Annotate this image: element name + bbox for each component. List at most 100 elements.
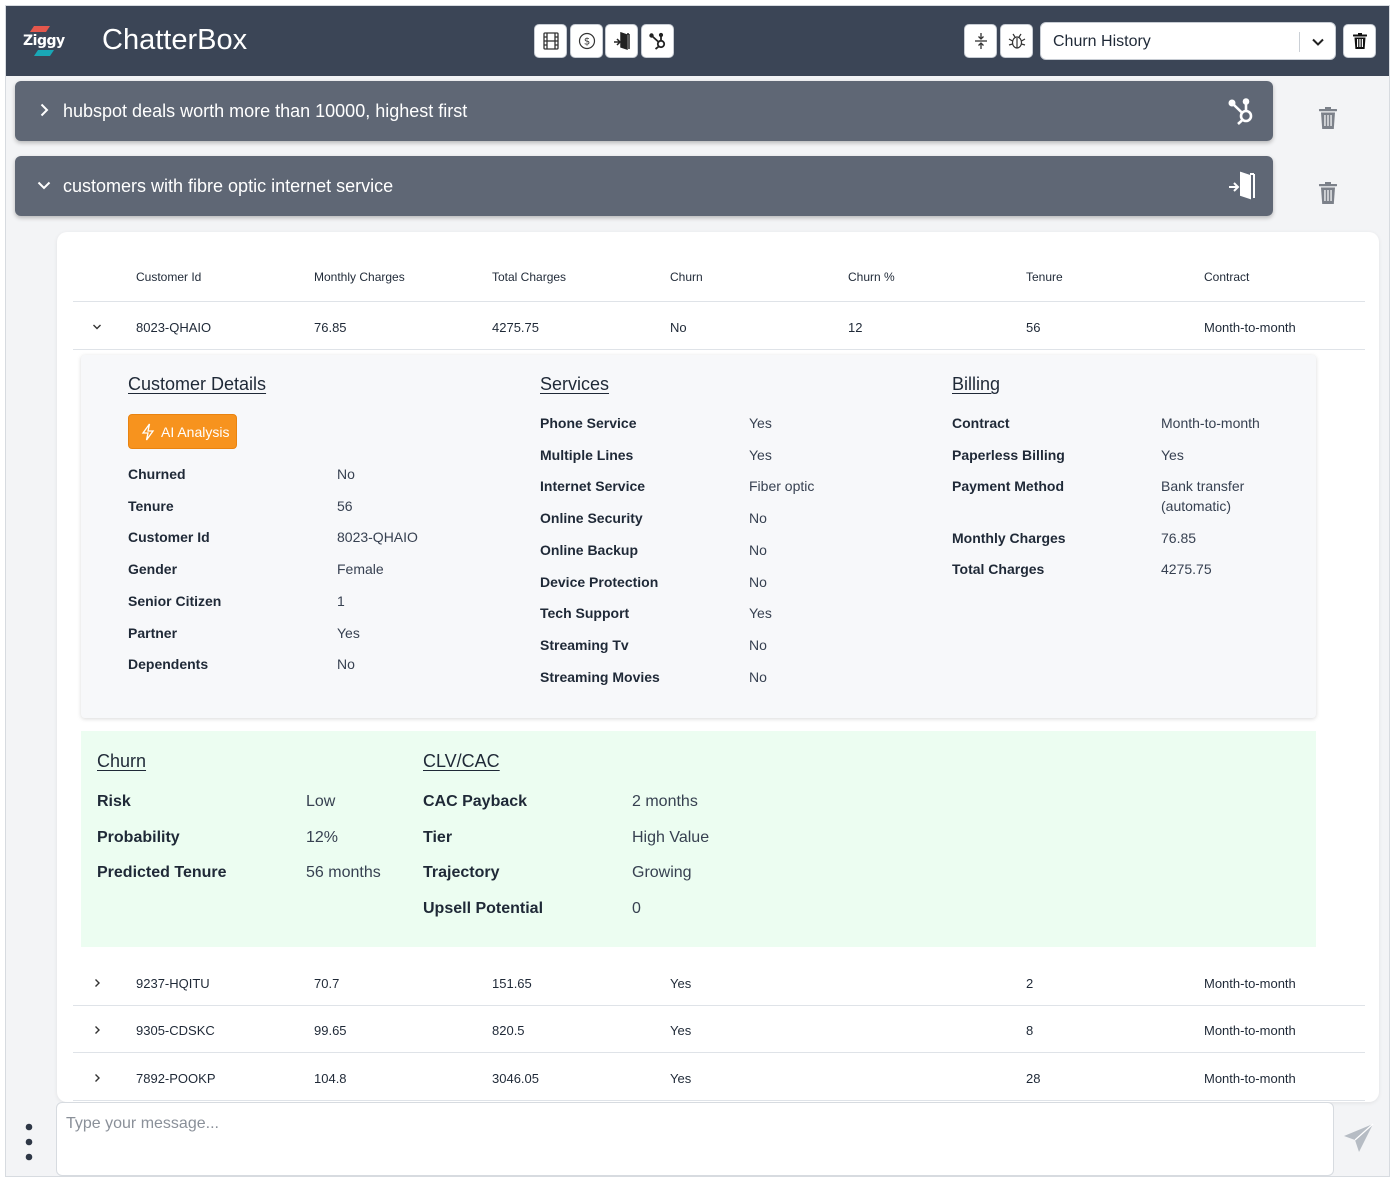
message-input[interactable]: Type your message... — [56, 1102, 1334, 1176]
more-options-icon[interactable] — [25, 1123, 33, 1161]
field-value: Female — [337, 561, 384, 578]
chevron-right-icon[interactable] — [91, 1072, 103, 1084]
hubspot-icon — [648, 32, 665, 50]
insight-value: High Value — [632, 828, 710, 846]
cell-monthly: 104.8 — [314, 1070, 347, 1086]
chevron-right-icon — [40, 103, 49, 117]
exit-button[interactable] — [605, 24, 638, 58]
cell-total-charges: 4275.75 — [492, 320, 539, 335]
cell-churn: Yes — [670, 1023, 692, 1039]
chevron-right-icon[interactable] — [91, 1024, 103, 1036]
column-header[interactable]: Churn % — [848, 270, 895, 284]
field-value: No — [337, 656, 355, 673]
column-header[interactable]: Monthly Charges — [314, 270, 405, 284]
table-row[interactable]: 8023-QHAIO 76.85 4275.75 No 12 56 Month-… — [73, 303, 1365, 350]
cell-total: 151.65 — [492, 976, 532, 991]
delete-query-icon[interactable] — [1318, 106, 1338, 130]
field-value: Yes — [337, 624, 360, 641]
send-icon[interactable] — [1342, 1121, 1376, 1155]
insight-value: 2 months — [632, 793, 698, 810]
cell-tenure: 8 — [1026, 1023, 1034, 1039]
field-label: Payment Method — [952, 478, 1065, 494]
field-value: 56 — [337, 497, 353, 514]
cell-tenure: 2 — [1026, 976, 1034, 991]
field-label: Churned — [128, 466, 186, 482]
message-placeholder: Type your message... — [66, 1115, 219, 1132]
chevron-down-icon — [37, 181, 51, 190]
hubspot-icon — [1228, 98, 1253, 125]
cell-contract: Month-to-month — [1204, 1070, 1296, 1086]
debug-button[interactable] — [1000, 24, 1033, 58]
cell-tenure: 28 — [1026, 1070, 1041, 1086]
field-label: Online Security — [540, 510, 643, 527]
field-label: Paperless Billing — [952, 447, 1065, 463]
field-value: No — [749, 573, 767, 590]
query-bar-hubspot[interactable]: hubspot deals worth more than 10000, hig… — [15, 81, 1273, 141]
query-text: hubspot deals worth more than 10000, hig… — [63, 101, 468, 121]
dollar-button[interactable]: $ — [570, 24, 603, 58]
section-title-customer: Customer Details — [128, 374, 267, 394]
dollar-icon: $ — [578, 32, 595, 50]
column-header[interactable]: Tenure — [1026, 270, 1063, 284]
chevron-down-icon[interactable] — [91, 321, 103, 333]
insight-value: Low — [306, 793, 336, 810]
field-value: No — [749, 541, 767, 558]
ai-analysis-button[interactable]: AI Analysis — [128, 414, 237, 449]
cell-contract: Month-to-month — [1204, 976, 1296, 991]
cell-monthly-charges: 76.85 — [314, 320, 347, 335]
cell-tenure: 56 — [1026, 320, 1041, 335]
compress-button[interactable] — [964, 24, 997, 58]
column-header[interactable]: Churn — [670, 270, 703, 284]
field-value: Month-to-month — [1161, 415, 1260, 431]
field-label: Dependents — [128, 656, 209, 673]
cell-monthly: 99.65 — [314, 1023, 347, 1039]
cell-monthly: 70.7 — [314, 976, 340, 991]
field-label: Gender — [128, 561, 178, 578]
field-label: Online Backup — [540, 541, 639, 558]
table-row[interactable]: 9305-CDSKC 99.65 820.5 Yes 8 Month-to-month — [73, 1006, 1365, 1054]
chevron-right-icon[interactable] — [91, 977, 103, 989]
query-text: customers with fibre optic internet serv… — [63, 176, 394, 196]
table-row[interactable]: 7892-POOKP 104.8 3046.05 Yes 28 Month-to-mont… — [73, 1054, 1365, 1101]
app-title: ChatterBox — [102, 24, 248, 56]
field-label: Phone Service — [540, 415, 637, 431]
clear-history-button[interactable] — [1343, 24, 1376, 58]
section-title-billing: Billing — [952, 374, 1001, 394]
field-value: Yes — [749, 415, 772, 431]
table-row[interactable]: 9237-HQITU 70.7 151.65 Yes 2 Month-to-month — [73, 959, 1365, 1006]
column-header[interactable]: Contract — [1204, 270, 1249, 284]
field-value: 4275.75 — [1161, 561, 1212, 577]
column-header[interactable]: Customer Id — [136, 270, 201, 284]
field-value: 1 — [337, 592, 345, 609]
cell-contract: Month-to-month — [1204, 320, 1296, 335]
field-label: Customer Id — [128, 529, 210, 546]
hubspot-button[interactable] — [641, 24, 674, 58]
field-value: Yes — [749, 605, 772, 622]
cell-churn: No — [670, 320, 687, 335]
insight-value: 12% — [306, 828, 339, 846]
field-value: No — [749, 510, 767, 527]
delete-query-icon[interactable] — [1318, 181, 1338, 205]
insight-value: 56 months — [306, 864, 381, 881]
cell-total: 820.5 — [492, 1023, 525, 1039]
door-exit-icon — [613, 31, 630, 51]
svg-text:$: $ — [583, 37, 589, 48]
field-value: Yes — [749, 446, 772, 463]
field-label: Internet Service — [540, 478, 646, 495]
insight-label: Probability — [97, 828, 180, 846]
field-value: No — [337, 466, 355, 482]
film-button[interactable] — [534, 24, 567, 58]
field-label: Tenure — [128, 497, 174, 514]
insight-value: Growing — [632, 864, 692, 881]
history-select-value: Churn History — [1053, 33, 1151, 50]
field-label: Device Protection — [540, 573, 659, 590]
lightning-icon — [141, 423, 155, 440]
insights-panel: Churn CLV/CAC Risk Low Probability 12% Predi… — [81, 731, 1316, 947]
field-label: Senior Citizen — [128, 592, 222, 609]
history-select[interactable]: Churn History — [1040, 22, 1336, 60]
field-value: 8023-QHAIO — [337, 529, 418, 546]
field-label: Partner — [128, 624, 178, 641]
column-header[interactable]: Total Charges — [492, 270, 566, 284]
query-bar-fibre[interactable]: customers with fibre optic internet serv… — [15, 156, 1273, 216]
film-icon — [542, 32, 559, 50]
